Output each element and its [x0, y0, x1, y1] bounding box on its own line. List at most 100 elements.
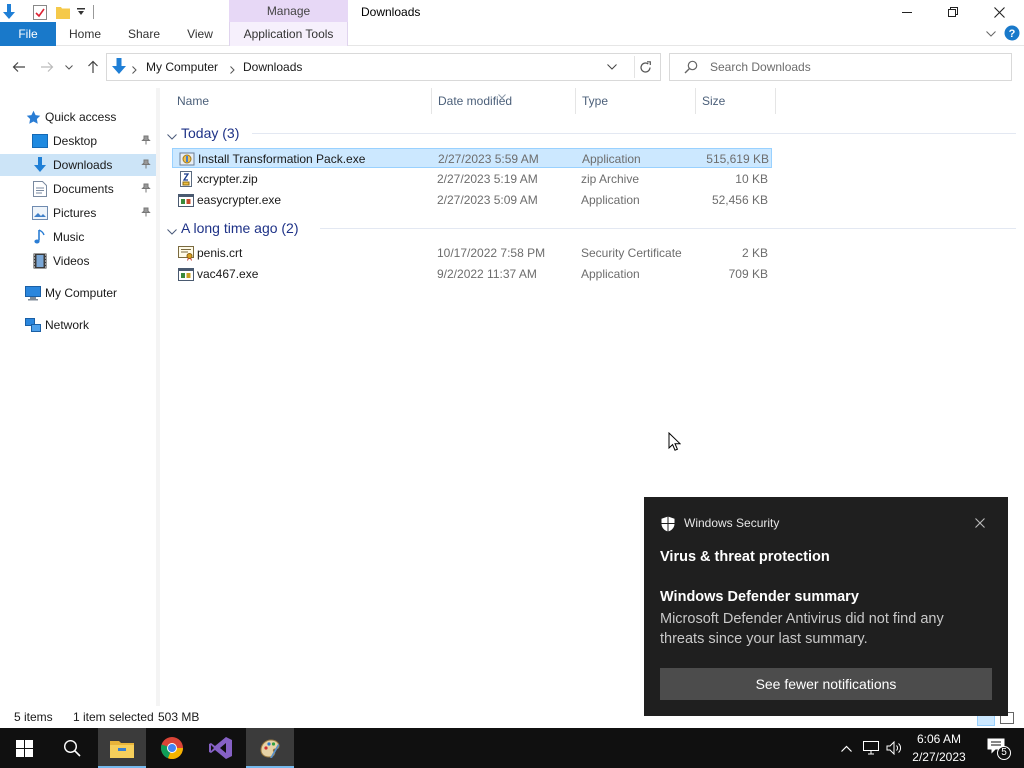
see-fewer-notifications-button[interactable]: See fewer notifications [660, 668, 992, 700]
nav-item-pictures[interactable]: Pictures [0, 202, 156, 224]
tab-view[interactable]: View [178, 22, 222, 46]
volume-icon [886, 741, 901, 755]
nav-item-downloads[interactable]: Downloads [0, 154, 156, 176]
refresh-button[interactable] [634, 56, 656, 78]
file-row[interactable]: penis.crt 10/17/2022 7:58 PM Security Ce… [172, 243, 772, 263]
breadcrumb-my-computer[interactable]: My Computer [146, 54, 218, 80]
nav-item-label: Videos [53, 254, 90, 268]
pin-icon[interactable] [140, 182, 152, 194]
file-row[interactable]: Install Transformation Pack.exe 2/27/202… [172, 148, 772, 168]
breadcrumb-separator-icon[interactable] [132, 63, 137, 77]
shield-icon [660, 516, 676, 535]
file-name: xcrypter.zip [197, 172, 258, 186]
taskbar-paint[interactable] [246, 728, 294, 768]
computer-icon [25, 285, 41, 301]
show-hidden-icons-button[interactable] [836, 728, 856, 768]
file-row[interactable]: xcrypter.zip 2/27/2023 5:19 AM zip Archi… [172, 169, 772, 189]
tab-file[interactable]: File [0, 22, 56, 46]
file-type: Application [582, 152, 641, 166]
column-divider[interactable] [775, 88, 776, 114]
pin-icon[interactable] [140, 206, 152, 218]
tab-home[interactable]: Home [62, 22, 108, 46]
qat-dropdown-icon[interactable] [76, 7, 86, 17]
file-date: 2/27/2023 5:09 AM [437, 193, 538, 207]
taskbar-visual-studio[interactable] [197, 728, 245, 768]
address-history-dropdown[interactable] [601, 56, 623, 78]
file-name: easycrypter.exe [197, 193, 282, 207]
new-folder-icon[interactable] [55, 4, 71, 20]
column-divider[interactable] [695, 88, 696, 114]
nav-item-desktop[interactable]: Desktop [0, 130, 156, 152]
search-icon [684, 60, 698, 77]
ribbon-expand-icon[interactable] [984, 28, 998, 40]
forward-button[interactable] [37, 56, 57, 78]
toast-close-button[interactable] [972, 515, 988, 531]
network-tray-button[interactable] [860, 728, 882, 768]
breadcrumb-separator-icon[interactable] [230, 63, 235, 77]
minimize-button[interactable] [884, 0, 930, 24]
recent-locations-button[interactable] [62, 56, 76, 78]
properties-icon[interactable] [32, 4, 48, 20]
status-selection-size: 503 MB [158, 710, 200, 724]
nav-item-network[interactable]: Network [0, 314, 156, 336]
restore-button[interactable] [930, 0, 976, 24]
status-item-count: 5 items [14, 710, 53, 724]
taskbar-search-button[interactable] [48, 728, 96, 768]
file-row[interactable]: easycrypter.exe 2/27/2023 5:09 AM Applic… [172, 190, 772, 210]
search-box[interactable] [669, 53, 1012, 81]
column-divider[interactable] [575, 88, 576, 114]
file-date: 2/27/2023 5:59 AM [438, 152, 539, 166]
file-row[interactable]: vac467.exe 9/2/2022 11:37 AM Application… [172, 264, 772, 284]
volume-tray-button[interactable] [884, 728, 904, 768]
nav-item-documents[interactable]: Documents [0, 178, 156, 200]
toast-subheading: Windows Defender summary [660, 589, 859, 605]
nav-item-my-computer[interactable]: My Computer [0, 282, 156, 304]
up-arrow-icon [88, 60, 98, 73]
nav-item-quick-access[interactable]: Quick access [0, 106, 156, 128]
music-note-icon [32, 229, 48, 245]
column-divider[interactable] [431, 88, 432, 114]
picture-icon [32, 205, 48, 221]
search-icon [63, 739, 81, 757]
tab-application-tools[interactable]: Application Tools [229, 22, 348, 46]
up-button[interactable] [83, 56, 103, 78]
column-header-size[interactable]: Size [702, 88, 725, 114]
zip-icon [178, 171, 194, 187]
download-arrow-icon [32, 157, 48, 173]
nav-item-music[interactable]: Music [0, 226, 156, 248]
visual-studio-icon [209, 737, 232, 759]
document-icon [32, 181, 48, 197]
column-header-date-modified[interactable]: Date modified [438, 88, 512, 114]
group-header-long-time-ago[interactable]: A long time ago (2) [160, 217, 1020, 239]
tab-share[interactable]: Share [121, 22, 167, 46]
search-input[interactable] [710, 57, 1000, 77]
group-divider [252, 133, 1016, 134]
toast-body: Microsoft Defender Antivirus did not fin… [660, 611, 944, 647]
address-bar[interactable]: My Computer Downloads [106, 53, 661, 81]
taskbar-chrome[interactable] [148, 728, 196, 768]
nav-item-label: Quick access [45, 110, 117, 124]
column-header-type[interactable]: Type [582, 88, 608, 114]
toast-app-name: Windows Security [684, 516, 780, 530]
column-header-name[interactable]: Name [177, 88, 209, 114]
close-button[interactable] [976, 0, 1022, 24]
toast-heading: Virus & threat protection [660, 549, 830, 565]
back-button[interactable] [9, 56, 29, 78]
chevron-down-icon [65, 64, 73, 70]
help-icon[interactable]: ? [1004, 25, 1020, 41]
group-title: A long time ago (2) [181, 220, 299, 236]
breadcrumb-downloads[interactable]: Downloads [243, 54, 302, 80]
group-header-today[interactable]: Today (3) [160, 122, 1020, 144]
mouse-cursor-icon [668, 431, 682, 455]
windows-security-notification[interactable]: Windows Security Virus & threat protecti… [644, 497, 1008, 716]
nav-item-videos[interactable]: Videos [0, 250, 156, 272]
star-icon [25, 109, 41, 125]
pin-icon[interactable] [140, 158, 152, 170]
pin-icon[interactable] [140, 134, 152, 146]
start-button[interactable] [0, 728, 48, 768]
group-title: Today (3) [181, 125, 240, 141]
taskbar-file-explorer[interactable] [98, 728, 146, 768]
taskbar-clock[interactable]: 6:06 AM 2/27/2023 [908, 730, 970, 766]
action-center-button[interactable]: 5 [978, 728, 1018, 768]
clock-date: 2/27/2023 [912, 750, 966, 764]
